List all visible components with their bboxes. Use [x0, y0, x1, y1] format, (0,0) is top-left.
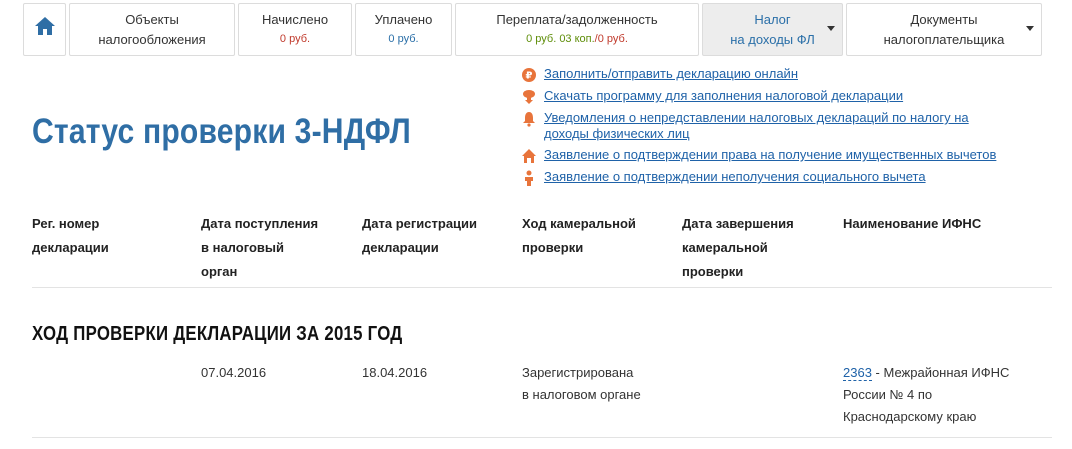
header-line: декларации	[362, 240, 439, 255]
house-icon	[522, 149, 536, 163]
link-item: ₽ Заполнить/отправить декларацию онлайн	[521, 66, 1061, 83]
quick-links: ₽ Заполнить/отправить декларацию онлайн …	[521, 66, 1061, 191]
chevron-down-icon	[1026, 26, 1034, 31]
tab-overpayment-debt[interactable]: Переплата/задолженность 0 руб. 03 коп./0…	[455, 3, 699, 56]
page-title: Статус проверки 3-НДФЛ	[32, 112, 411, 151]
ifns-line: Краснодарскому краю	[843, 409, 977, 424]
social-deduction-link[interactable]: Заявление о подтверждении неполучения со…	[544, 169, 926, 185]
tab-accrued[interactable]: Начислено 0 руб.	[238, 3, 352, 56]
tab-label: на доходы ФЛ	[730, 32, 815, 47]
tab-paid[interactable]: Уплачено 0 руб.	[355, 3, 452, 56]
header-line: Ход камеральной	[522, 216, 636, 231]
fill-declaration-link[interactable]: Заполнить/отправить декларацию онлайн	[544, 66, 798, 82]
header-line: камеральной	[682, 240, 768, 255]
status-line: в налоговом органе	[522, 387, 641, 402]
tab-amount: 0 руб.	[388, 33, 419, 45]
header-line: декларации	[32, 240, 109, 255]
ifns-name-text: - Межрайонная ИФНС	[871, 365, 1010, 380]
tab-documents[interactable]: Документы налогоплательщика	[846, 3, 1042, 56]
person-icon	[525, 170, 533, 186]
svg-text:₽: ₽	[526, 71, 533, 82]
header-line: Наименование ИФНС	[843, 216, 982, 231]
download-program-link[interactable]: Скачать программу для заполнения налогов…	[544, 88, 903, 104]
tab-label: налогообложения	[98, 32, 206, 47]
tab-label: Переплата/задолженность	[496, 12, 658, 27]
tab-label: Объекты	[125, 12, 179, 27]
tab-label: Уплачено	[374, 12, 433, 27]
column-header-check-progress: Ход камеральной проверки	[522, 212, 636, 260]
status-cell: Зарегистрирована в налоговом органе	[522, 362, 641, 406]
tab-amount: 0 руб.	[279, 33, 311, 45]
tab-label: Документы	[910, 12, 978, 27]
property-deduction-link[interactable]: Заявление о подтверждении права на получ…	[544, 147, 996, 163]
header-line: Дата завершения	[682, 216, 794, 231]
column-header-reg-number: Рег. номер декларации	[32, 212, 109, 260]
column-header-date-received: Дата поступления в налоговый орган	[201, 212, 318, 284]
header-line: в налоговый	[201, 240, 284, 255]
link-text: доходы физических лиц	[544, 126, 690, 141]
date-received-cell: 07.04.2016	[201, 365, 267, 380]
ifns-line: 2363 - Межрайонная ИФНС	[843, 362, 1009, 384]
notifications-link[interactable]: Уведомления о непредставлении налоговых …	[544, 110, 969, 142]
tab-income-tax[interactable]: Налог на доходы ФЛ	[702, 3, 843, 56]
ruble-circle-icon: ₽	[522, 68, 536, 82]
header-line: Рег. номер	[32, 216, 100, 231]
header-line: проверки	[522, 240, 584, 255]
column-header-date-registered: Дата регистрации декларации	[362, 212, 477, 260]
link-text: Уведомления о непредставлении налоговых …	[544, 110, 969, 125]
tab-label: налогоплательщика	[883, 32, 1005, 47]
home-tab[interactable]	[23, 3, 66, 56]
header-line: Дата регистрации	[362, 216, 478, 231]
link-item: Заявление о подтверждении неполучения со…	[521, 169, 1061, 186]
ifns-code-link[interactable]: 2363	[843, 365, 872, 381]
tab-objects[interactable]: Объекты налогообложения	[69, 3, 235, 56]
tab-amount: 0 руб. 03 коп./0 руб.	[456, 30, 698, 48]
ifns-line: России № 4 по	[843, 387, 933, 402]
section-title: ХОД ПРОВЕРКИ ДЕКЛАРАЦИИ ЗА 2015 ГОД	[32, 323, 403, 345]
bell-icon	[523, 112, 535, 127]
download-icon	[523, 90, 535, 104]
overpayment-amount: 0 руб. 03 коп.	[526, 33, 595, 45]
link-item: Уведомления о непредставлении налоговых …	[521, 110, 1061, 142]
header-line: Дата поступления	[201, 216, 319, 231]
header-line: проверки	[682, 264, 744, 279]
tab-label: Начислено	[261, 12, 329, 27]
chevron-down-icon	[827, 26, 835, 31]
link-item: Заявление о подтверждении права на получ…	[521, 147, 1061, 164]
tab-label: Налог	[754, 12, 791, 27]
link-item: Скачать программу для заполнения налогов…	[521, 88, 1061, 105]
ifns-cell: 2363 - Межрайонная ИФНС России № 4 по Кр…	[843, 362, 1009, 428]
column-header-ifns-name: Наименование ИФНС	[843, 212, 981, 236]
date-registered-cell: 18.04.2016	[362, 365, 428, 380]
table-row: 07.04.2016 18.04.2016 Зарегистрирована в…	[32, 362, 1052, 438]
column-header-date-completed: Дата завершения камеральной проверки	[682, 212, 794, 284]
status-line: Зарегистрирована	[522, 365, 634, 380]
debt-amount: /0 руб.	[594, 33, 628, 45]
home-icon	[34, 17, 55, 35]
header-line: орган	[201, 264, 238, 279]
table-header: Рег. номер декларации Дата поступления в…	[32, 212, 1052, 288]
